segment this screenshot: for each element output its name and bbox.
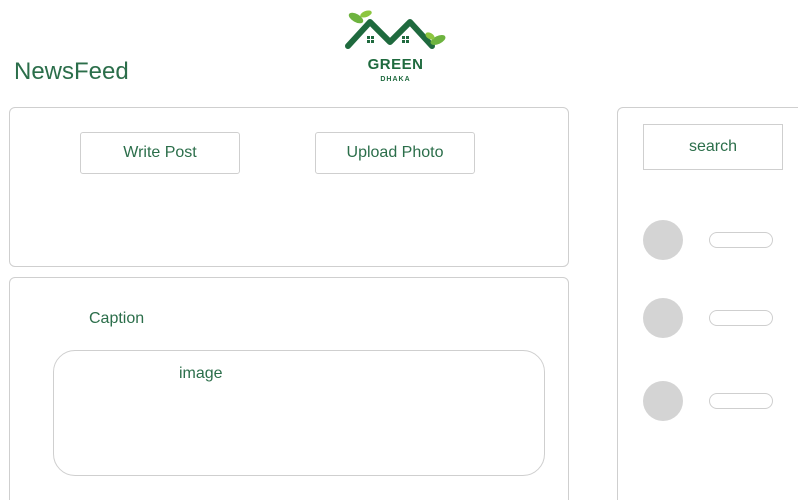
green-dhaka-logo: GREEN DHAKA [338,8,453,92]
post-caption: Caption [89,310,145,327]
image-label: image [179,365,223,382]
logo-subtitle: DHAKA [380,76,411,83]
newsfeed-page: NewsFeed GREEN DHAKA Write Post Upload P… [0,0,798,500]
page-title: NewsFeed [14,58,129,85]
house-roof-leaves-icon [345,10,446,49]
post-image-placeholder: image [53,350,545,476]
user-name-placeholder [709,310,773,326]
upload-photo-button[interactable]: Upload Photo [315,132,475,174]
user-list-item[interactable] [643,381,783,421]
user-list-item[interactable] [643,220,783,260]
write-post-button[interactable]: Write Post [80,132,240,174]
user-name-placeholder [709,393,773,409]
avatar [643,381,683,421]
avatar [643,220,683,260]
logo-wordmark: GREEN [367,56,424,73]
composer-panel: Write Post Upload Photo [9,107,569,267]
avatar [643,298,683,338]
search-input[interactable]: search [643,124,783,170]
sidebar-panel: search [617,107,798,500]
post-card: Caption image [9,277,569,500]
user-name-placeholder [709,232,773,248]
user-list-item[interactable] [643,298,783,338]
